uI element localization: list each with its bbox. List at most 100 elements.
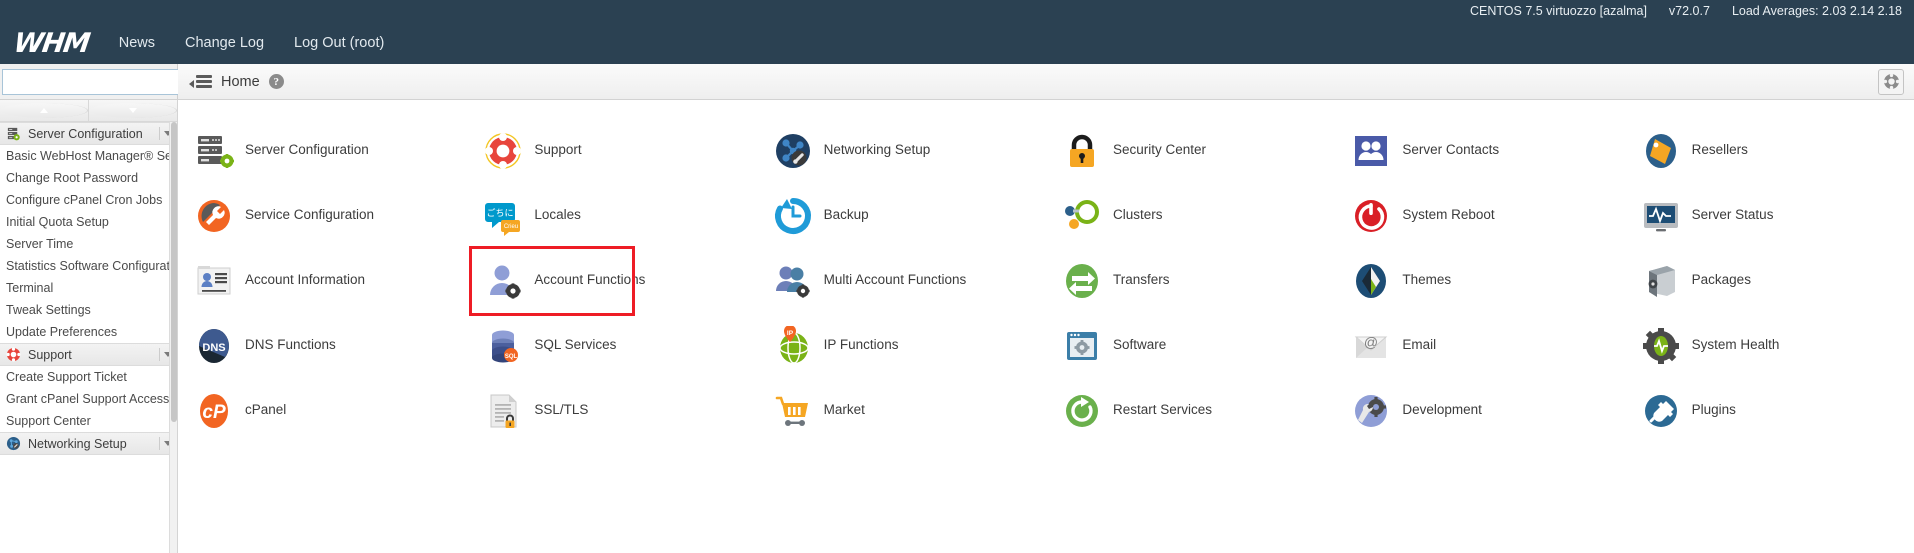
resellers-tag-icon xyxy=(1641,131,1681,171)
tile-label: Development xyxy=(1402,402,1482,418)
tile-server-status[interactable]: Server Status xyxy=(1625,183,1914,248)
sidebar-item-initial-quota-setup[interactable]: Initial Quota Setup xyxy=(0,211,177,233)
development-icon xyxy=(1351,391,1391,431)
tile-transfers[interactable]: Transfers xyxy=(1046,248,1335,313)
group-divider xyxy=(159,348,160,361)
themes-icon xyxy=(1351,261,1391,301)
tile-ip-functions[interactable]: IP IP Functions xyxy=(757,313,1046,378)
group-divider xyxy=(159,127,160,140)
tile-server-contacts[interactable]: Server Contacts xyxy=(1335,118,1624,183)
tile-networking-setup[interactable]: Networking Setup xyxy=(757,118,1046,183)
svg-text:ごちに: ごちに xyxy=(487,207,514,218)
sidebar-item-update-preferences[interactable]: Update Preferences xyxy=(0,321,177,343)
sidebar-item-server-time[interactable]: Server Time xyxy=(0,233,177,255)
breadcrumb-home[interactable]: Home xyxy=(221,74,260,90)
tile-label: Account Functions xyxy=(534,272,645,288)
system-info-bar: CENTOS 7.5 virtuozzo [azalma] v72.0.7 Lo… xyxy=(0,0,1914,22)
sidebar-scroll-up-button[interactable] xyxy=(0,100,89,121)
nav-link-news[interactable]: News xyxy=(119,35,155,51)
sidebar-scrollbar-thumb[interactable] xyxy=(171,122,177,422)
sidebar-group-server-configuration[interactable]: Server Configuration xyxy=(0,122,177,145)
sidebar-scroll-controls xyxy=(0,100,177,122)
sidebar-item-cron-jobs[interactable]: Configure cPanel Cron Jobs xyxy=(0,189,177,211)
networking-icon xyxy=(773,131,813,171)
sidebar-item-statistics-software[interactable]: Statistics Software Configuration xyxy=(0,255,177,277)
tile-ssl-tls[interactable]: SSL/TLS xyxy=(467,378,756,443)
tile-account-functions[interactable]: Account Functions xyxy=(467,248,756,313)
lifesaver-icon xyxy=(483,131,523,171)
tile-sql-services[interactable]: SQL SQL Services xyxy=(467,313,756,378)
tile-label: Plugins xyxy=(1692,402,1736,418)
tile-support[interactable]: Support xyxy=(467,118,756,183)
tile-dns-functions[interactable]: DNS DNS Functions xyxy=(178,313,467,378)
sidebar-group-label: Support xyxy=(28,348,72,362)
sql-database-icon: SQL xyxy=(483,326,523,366)
account-functions-icon xyxy=(483,261,523,301)
sidebar-item-grant-support-access[interactable]: Grant cPanel Support Access xyxy=(0,388,177,410)
sidebar-item-create-support-ticket[interactable]: Create Support Ticket xyxy=(0,366,177,388)
svg-text:SQL: SQL xyxy=(505,354,518,360)
tile-label: Networking Setup xyxy=(824,142,931,158)
power-icon xyxy=(1351,196,1391,236)
tile-clusters[interactable]: Clusters xyxy=(1046,183,1335,248)
tile-development[interactable]: Development xyxy=(1335,378,1624,443)
sidebar-item-terminal[interactable]: Terminal xyxy=(0,277,177,299)
tile-label: Server Status xyxy=(1692,207,1774,223)
tile-label: Multi Account Functions xyxy=(824,272,967,288)
tile-email[interactable]: @ Email xyxy=(1335,313,1624,378)
sidebar-scroll-down-button[interactable] xyxy=(89,100,177,121)
search-input[interactable] xyxy=(2,69,188,95)
tile-label: Market xyxy=(824,402,865,418)
tile-plugins[interactable]: Plugins xyxy=(1625,378,1914,443)
tile-security-center[interactable]: Security Center xyxy=(1046,118,1335,183)
tile-cpanel[interactable]: cP cPanel xyxy=(178,378,467,443)
svg-text:IP: IP xyxy=(787,330,794,337)
restart-icon xyxy=(1062,391,1102,431)
sidebar-group-networking-setup[interactable]: Networking Setup xyxy=(0,432,177,455)
padlock-icon xyxy=(1062,131,1102,171)
sidebar-item-basic-setup[interactable]: Basic WebHost Manager® Setup xyxy=(0,145,177,167)
sidebar-collapse-icon[interactable] xyxy=(190,75,212,88)
sidebar-item-tweak-settings[interactable]: Tweak Settings xyxy=(0,299,177,321)
tile-software[interactable]: Software xyxy=(1046,313,1335,378)
tile-locales[interactable]: ごちに Crieu Locales xyxy=(467,183,756,248)
tile-restart-services[interactable]: Restart Services xyxy=(1046,378,1335,443)
tile-label: Account Information xyxy=(245,272,365,288)
sidebar-scrollbar[interactable] xyxy=(169,122,177,553)
main-content: Server Configuration Support xyxy=(178,100,1914,553)
tile-themes[interactable]: Themes xyxy=(1335,248,1624,313)
svg-text:@: @ xyxy=(1364,334,1378,350)
sidebar-group-label: Server Configuration xyxy=(28,127,143,141)
tile-label: Transfers xyxy=(1113,272,1170,288)
ssl-lock-doc-icon xyxy=(483,391,523,431)
tile-label: System Health xyxy=(1692,337,1780,353)
tile-resellers[interactable]: Resellers xyxy=(1625,118,1914,183)
whm-logo[interactable]: WHM xyxy=(12,30,91,57)
sidebar-item-change-root-password[interactable]: Change Root Password xyxy=(0,167,177,189)
help-icon[interactable]: ? xyxy=(269,74,284,89)
tile-backup[interactable]: Backup xyxy=(757,183,1046,248)
support-lifesaver-button[interactable] xyxy=(1878,69,1904,95)
backup-clock-icon xyxy=(773,196,813,236)
transfers-icon xyxy=(1062,261,1102,301)
tile-label: Server Configuration xyxy=(245,142,369,158)
tile-service-configuration[interactable]: Service Configuration xyxy=(178,183,467,248)
tile-multi-account-functions[interactable]: Multi Account Functions xyxy=(757,248,1046,313)
dns-icon: DNS xyxy=(194,326,234,366)
tile-server-configuration[interactable]: Server Configuration xyxy=(178,118,467,183)
sidebar-group-support[interactable]: Support xyxy=(0,343,177,366)
tile-label: cPanel xyxy=(245,402,286,418)
tile-label: Support xyxy=(534,142,581,158)
tile-system-reboot[interactable]: System Reboot xyxy=(1335,183,1624,248)
tile-market[interactable]: Market xyxy=(757,378,1046,443)
tile-label: Service Configuration xyxy=(245,207,374,223)
sidebar-item-support-center[interactable]: Support Center xyxy=(0,410,177,432)
account-info-icon xyxy=(194,261,234,301)
tile-system-health[interactable]: System Health xyxy=(1625,313,1914,378)
tile-packages[interactable]: Packages xyxy=(1625,248,1914,313)
tile-account-information[interactable]: Account Information xyxy=(178,248,467,313)
nav-link-change-log[interactable]: Change Log xyxy=(185,35,264,51)
tile-label: SSL/TLS xyxy=(534,402,588,418)
lifesaver-icon xyxy=(6,347,21,362)
nav-link-logout[interactable]: Log Out (root) xyxy=(294,35,384,51)
